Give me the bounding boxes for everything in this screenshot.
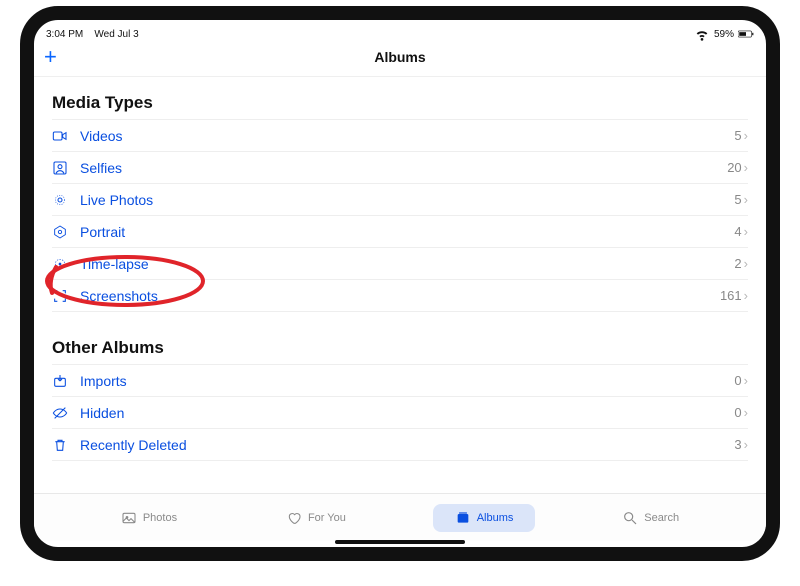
- row-count: 20: [727, 160, 741, 175]
- albums-icon: [455, 510, 471, 526]
- row-label: Portrait: [80, 224, 734, 240]
- portrait-icon: [52, 224, 74, 240]
- row-count: 161: [720, 288, 742, 303]
- row-count: 4: [734, 224, 741, 239]
- imports-icon: [52, 373, 74, 389]
- battery-icon: [738, 26, 754, 42]
- chevron-right-icon: ›: [744, 405, 748, 420]
- wifi-icon: [694, 26, 710, 42]
- selfie-icon: [52, 160, 74, 176]
- section-media-types-header: Media Types: [52, 93, 748, 113]
- chevron-right-icon: ›: [744, 224, 748, 239]
- page-title: Albums: [34, 49, 766, 65]
- timelapse-icon: [52, 256, 74, 272]
- tab-photos[interactable]: Photos: [99, 504, 199, 532]
- video-icon: [52, 128, 74, 144]
- row-portrait[interactable]: Portrait 4 ›: [52, 215, 748, 247]
- row-label: Recently Deleted: [80, 437, 734, 453]
- row-count: 2: [734, 256, 741, 271]
- status-bar: 3:04 PM Wed Jul 3 59%: [34, 20, 766, 44]
- ipad-frame: 3:04 PM Wed Jul 3 59% + Albums Media Typ…: [20, 6, 780, 561]
- row-label: Hidden: [80, 405, 734, 421]
- row-label: Screenshots: [80, 288, 720, 304]
- tab-label: Albums: [477, 512, 514, 524]
- add-button[interactable]: +: [44, 46, 57, 68]
- live-photos-icon: [52, 192, 74, 208]
- row-count: 3: [734, 437, 741, 452]
- row-count: 5: [734, 192, 741, 207]
- status-date: Wed Jul 3: [94, 29, 138, 40]
- row-label: Live Photos: [80, 192, 734, 208]
- row-livephotos[interactable]: Live Photos 5 ›: [52, 183, 748, 215]
- content-area: Media Types Videos 5 › Selfies 20 › Live…: [34, 77, 766, 507]
- tab-albums[interactable]: Albums: [433, 504, 536, 532]
- screenshot-icon: [52, 288, 74, 304]
- row-hidden[interactable]: Hidden 0 ›: [52, 396, 748, 428]
- tab-bar: Photos For You Albums Search: [34, 493, 766, 541]
- home-indicator[interactable]: [335, 540, 465, 544]
- status-battery: 59%: [714, 29, 734, 40]
- row-label: Videos: [80, 128, 734, 144]
- tab-label: Search: [644, 512, 679, 524]
- chevron-right-icon: ›: [744, 288, 748, 303]
- chevron-right-icon: ›: [744, 373, 748, 388]
- row-videos[interactable]: Videos 5 ›: [52, 119, 748, 151]
- tab-search[interactable]: Search: [600, 504, 701, 532]
- foryou-icon: [286, 510, 302, 526]
- row-count: 0: [734, 373, 741, 388]
- search-icon: [622, 510, 638, 526]
- chevron-right-icon: ›: [744, 192, 748, 207]
- tab-label: Photos: [143, 512, 177, 524]
- row-label: Time-lapse: [80, 256, 734, 272]
- tab-label: For You: [308, 512, 346, 524]
- row-label: Selfies: [80, 160, 727, 176]
- chevron-right-icon: ›: [744, 256, 748, 271]
- hidden-icon: [52, 405, 74, 421]
- row-count: 5: [734, 128, 741, 143]
- chevron-right-icon: ›: [744, 128, 748, 143]
- nav-header: + Albums: [34, 44, 766, 77]
- status-time: 3:04 PM: [46, 29, 83, 40]
- row-label: Imports: [80, 373, 734, 389]
- row-imports[interactable]: Imports 0 ›: [52, 364, 748, 396]
- trash-icon: [52, 437, 74, 453]
- row-screenshots[interactable]: Screenshots 161 ›: [52, 279, 748, 311]
- chevron-right-icon: ›: [744, 437, 748, 452]
- row-selfies[interactable]: Selfies 20 ›: [52, 151, 748, 183]
- tab-foryou[interactable]: For You: [264, 504, 368, 532]
- photos-icon: [121, 510, 137, 526]
- row-count: 0: [734, 405, 741, 420]
- row-recently-deleted[interactable]: Recently Deleted 3 ›: [52, 428, 748, 460]
- section-other-albums-header: Other Albums: [52, 338, 748, 358]
- chevron-right-icon: ›: [744, 160, 748, 175]
- row-timelapse[interactable]: Time-lapse 2 ›: [52, 247, 748, 279]
